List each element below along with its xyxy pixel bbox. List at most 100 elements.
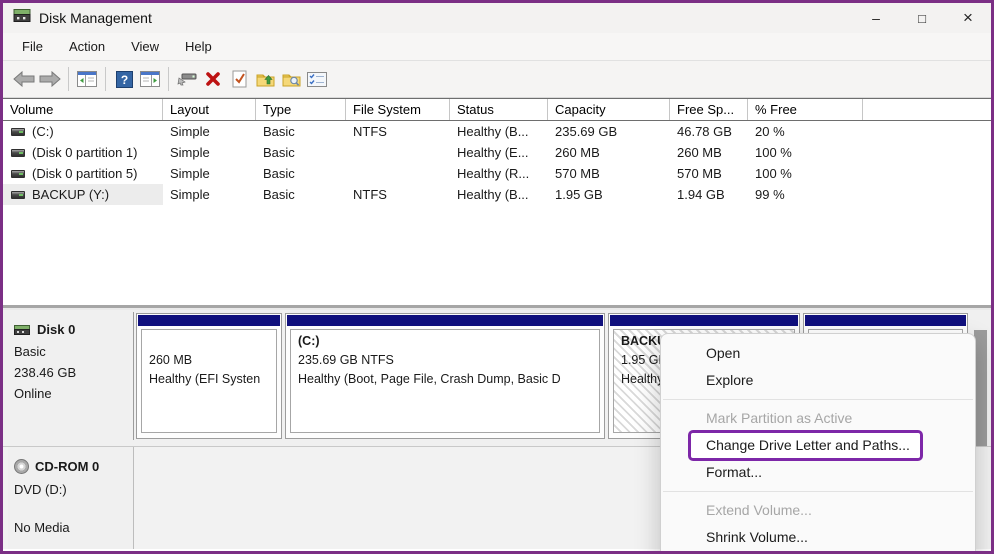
column-header-free-space[interactable]: Free Sp... (670, 99, 748, 120)
disk0-status: Online (14, 386, 52, 401)
update-drive-icon (177, 73, 197, 86)
cell-free-space: 570 MB (677, 166, 722, 181)
partition-color-bar (610, 315, 798, 326)
partition-size: 260 MB (149, 353, 193, 367)
menu-item-format[interactable]: Format... (661, 459, 975, 486)
menu-item-explore[interactable]: Explore (661, 367, 975, 394)
column-header-file-system[interactable]: File System (346, 99, 450, 120)
cell-layout: Simple (170, 166, 210, 181)
menu-item-extend-volume: Extend Volume... (706, 502, 812, 518)
toolbar-separator (105, 67, 106, 91)
disk0-capacity: 238.46 GB (14, 365, 77, 380)
volume-icon (11, 127, 25, 136)
explore-folder-button[interactable] (278, 65, 304, 93)
properties-check-icon (232, 70, 246, 88)
menu-item-mark-partition-active: Mark Partition as Active (706, 410, 853, 426)
partition-color-bar (287, 315, 603, 326)
explore-folder-icon (282, 74, 300, 86)
open-folder-button[interactable] (252, 65, 278, 93)
update-drive-button[interactable] (174, 65, 200, 93)
forward-icon (39, 71, 61, 87)
cell-pct-free: 20 % (755, 124, 785, 139)
disk0-info-panel[interactable]: Disk 0 Basic 238.46 GB Online (8, 312, 134, 440)
menu-help[interactable]: Help (172, 33, 225, 60)
partition-efi[interactable]: 260 MB Healthy (EFI Systen (136, 313, 282, 439)
partition-title: (C:) (298, 334, 320, 348)
column-header-status[interactable]: Status (450, 99, 548, 120)
toolbar-separator (68, 67, 69, 91)
cell-capacity: 1.95 GB (555, 187, 603, 202)
cell-type: Basic (263, 145, 295, 160)
cell-capacity: 570 MB (555, 166, 600, 181)
forward-button[interactable] (37, 65, 63, 93)
menu-item-open[interactable]: Open (661, 340, 975, 367)
table-row[interactable]: (C:) Simple Basic NTFS Healthy (B... 235… (3, 121, 991, 142)
disk-management-window: Disk Management – □ × File Action View H… (0, 0, 994, 554)
toolbar-separator (168, 67, 169, 91)
hard-disk-icon (14, 324, 30, 335)
cdrom-drive: DVD (D:) (14, 482, 67, 497)
properties-button[interactable] (226, 65, 252, 93)
volume-icon (11, 148, 25, 157)
help-button[interactable]: ? (111, 65, 137, 93)
window-title: Disk Management (39, 10, 152, 26)
cell-status: Healthy (B... (457, 124, 529, 139)
title-bar: Disk Management – □ × (3, 3, 991, 33)
cdrom-status: No Media (14, 520, 70, 535)
cell-layout: Simple (170, 187, 210, 202)
disk0-type: Basic (14, 344, 46, 359)
show-console-tree-button[interactable] (74, 65, 100, 93)
partition-size: 235.69 GB NTFS (298, 353, 394, 367)
show-console-tree-icon (77, 71, 97, 87)
volume-list-header: Volume Layout Type File System Status Ca… (3, 98, 991, 121)
cell-status: Healthy (B... (457, 187, 529, 202)
cell-volume: (Disk 0 partition 5) (32, 166, 138, 181)
column-header-capacity[interactable]: Capacity (548, 99, 670, 120)
cell-file-system: NTFS (353, 124, 387, 139)
cell-status: Healthy (R... (457, 166, 530, 181)
maximize-button[interactable]: □ (899, 3, 945, 33)
cell-pct-free: 99 % (755, 187, 785, 202)
volume-list: Volume Layout Type File System Status Ca… (3, 98, 991, 304)
menu-item-change-drive-letter[interactable]: Change Drive Letter and Paths... (688, 430, 923, 461)
cell-capacity: 235.69 GB (555, 124, 618, 139)
delete-volume-icon (206, 72, 220, 86)
column-header-volume[interactable]: Volume (3, 99, 163, 120)
cell-type: Basic (263, 124, 295, 139)
menu-file[interactable]: File (9, 33, 56, 60)
cell-volume: (C:) (32, 124, 54, 139)
menu-view[interactable]: View (118, 33, 172, 60)
app-icon (13, 9, 31, 27)
minimize-button[interactable]: – (853, 3, 899, 33)
back-icon (13, 71, 35, 87)
partition-title (149, 332, 269, 351)
help-icon: ? (115, 70, 133, 88)
cell-volume: (Disk 0 partition 1) (32, 145, 138, 160)
cell-free-space: 46.78 GB (677, 124, 732, 139)
partition-status: Healthy (EFI Systen (149, 372, 261, 386)
back-button[interactable] (11, 65, 37, 93)
cell-volume: BACKUP (Y:) (32, 187, 110, 202)
partition-color-bar (805, 315, 966, 326)
cdrom-info-panel[interactable]: CD-ROM 0 DVD (D:) No Media (8, 447, 134, 549)
partition-c[interactable]: (C:) 235.69 GB NTFS Healthy (Boot, Page … (285, 313, 605, 439)
show-action-pane-icon (140, 71, 160, 87)
column-header-type[interactable]: Type (256, 99, 346, 120)
cdrom-name: CD-ROM 0 (35, 459, 100, 474)
close-button[interactable]: × (945, 3, 991, 33)
settings-button[interactable] (304, 65, 330, 93)
delete-volume-button[interactable] (200, 65, 226, 93)
menu-item-shrink-volume[interactable]: Shrink Volume... (661, 524, 975, 551)
cell-type: Basic (263, 166, 295, 181)
table-row[interactable]: (Disk 0 partition 5) Simple Basic Health… (3, 163, 991, 184)
column-header-layout[interactable]: Layout (163, 99, 256, 120)
column-header-pct-free[interactable]: % Free (748, 99, 863, 120)
table-row[interactable]: (Disk 0 partition 1) Simple Basic Health… (3, 142, 991, 163)
open-folder-icon (256, 74, 274, 86)
cell-free-space: 1.94 GB (677, 187, 725, 202)
svg-text:?: ? (120, 73, 127, 87)
show-action-pane-button[interactable] (137, 65, 163, 93)
settings-checklist-icon (307, 71, 327, 87)
table-row-selected[interactable]: BACKUP (Y:) Simple Basic NTFS Healthy (B… (3, 184, 991, 205)
menu-action[interactable]: Action (56, 33, 118, 60)
